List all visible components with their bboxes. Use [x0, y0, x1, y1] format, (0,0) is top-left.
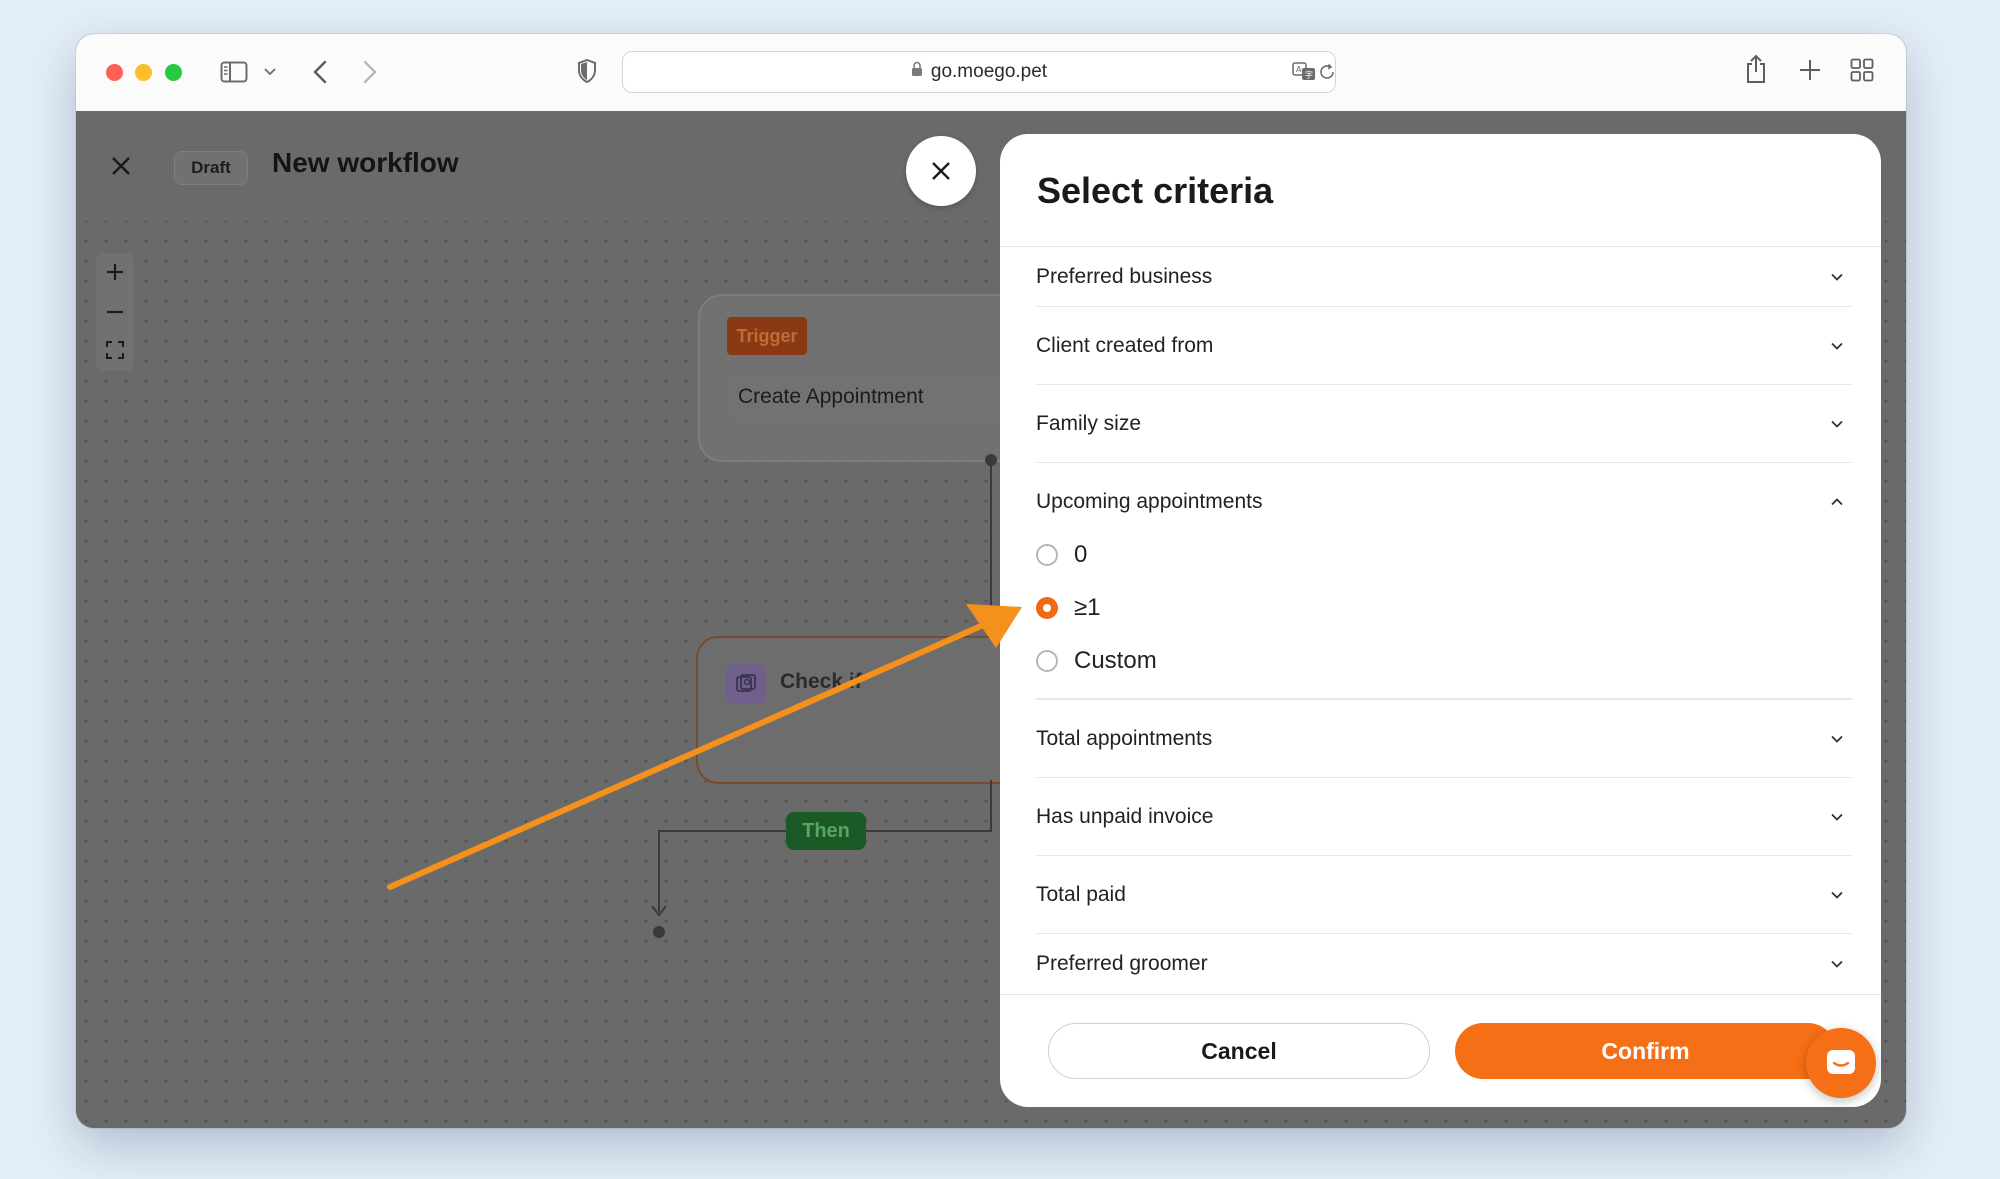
- option-label: Custom: [1074, 647, 1157, 674]
- modal-title: Select criteria: [1037, 170, 1274, 211]
- criteria-label: Upcoming appointments: [1036, 490, 1263, 513]
- connector-line: [990, 460, 992, 646]
- criteria-row-has-unpaid-invoice[interactable]: Has unpaid invoice: [1036, 778, 1852, 856]
- confirm-button[interactable]: Confirm: [1455, 1023, 1836, 1079]
- criteria-row-upcoming-appointments[interactable]: Upcoming appointments: [1036, 463, 1852, 541]
- criteria-row-preferred-groomer[interactable]: Preferred groomer: [1036, 934, 1852, 994]
- lock-icon: [911, 61, 923, 83]
- criteria-row-family-size[interactable]: Family size: [1036, 385, 1852, 463]
- criteria-label: Total paid: [1036, 882, 1126, 906]
- chevron-up-icon: [1831, 498, 1843, 506]
- tab-overview-icon[interactable]: [1848, 56, 1876, 84]
- expand-icon: [106, 341, 124, 359]
- option-label: 0: [1074, 541, 1088, 568]
- modal-close-button[interactable]: [906, 136, 976, 206]
- trigger-value: Create Appointment: [727, 374, 1027, 420]
- svg-text:A: A: [1296, 65, 1302, 74]
- option-0[interactable]: 0: [1036, 535, 1087, 575]
- arrow-down-icon: [651, 904, 667, 917]
- reload-icon[interactable]: [1317, 62, 1337, 82]
- browser-window: go.moego.pet A字 Draft New workflow Trigg…: [76, 34, 1906, 1128]
- chevron-down-icon: [1831, 735, 1843, 743]
- status-badge: Draft: [174, 151, 248, 185]
- close-window-button[interactable]: [106, 64, 123, 81]
- connector-dot: [985, 454, 997, 466]
- condition-label: Check if: [780, 670, 862, 693]
- maximize-window-button[interactable]: [165, 64, 182, 81]
- select-criteria-modal: Select criteria Preferred business Clien…: [1000, 134, 1881, 1107]
- share-icon[interactable]: [1742, 52, 1770, 86]
- close-icon: [932, 162, 950, 180]
- zoom-out-button[interactable]: [96, 293, 134, 331]
- trigger-badge: Trigger: [727, 317, 807, 355]
- divider: [1000, 994, 1881, 995]
- radio-button-selected[interactable]: [1036, 597, 1058, 619]
- connector-line: [658, 830, 660, 912]
- criteria-label: Total appointments: [1036, 726, 1213, 750]
- page-title: New workflow: [272, 147, 459, 178]
- chat-icon: [1827, 1050, 1855, 1074]
- zoom-controls: [96, 253, 134, 371]
- back-icon[interactable]: [308, 58, 332, 86]
- chevron-down-icon: [1831, 891, 1843, 899]
- chevron-down-icon: [1831, 813, 1843, 821]
- radio-button[interactable]: [1036, 650, 1058, 672]
- criteria-row-total-appointments[interactable]: Total appointments: [1036, 700, 1852, 778]
- chevron-down-icon: [1831, 960, 1843, 968]
- radio-button[interactable]: [1036, 544, 1058, 566]
- criteria-label: Preferred groomer: [1036, 952, 1208, 975]
- sidebar-toggle-icon[interactable]: [218, 56, 250, 88]
- chat-launcher-button[interactable]: [1806, 1028, 1876, 1098]
- chevron-down-icon: [1831, 273, 1843, 281]
- close-icon[interactable]: [110, 155, 134, 179]
- then-badge: Then: [786, 812, 866, 850]
- cancel-button[interactable]: Cancel: [1048, 1023, 1430, 1079]
- chevron-down-icon: [1831, 420, 1843, 428]
- zoom-in-button[interactable]: [96, 253, 134, 291]
- svg-text:字: 字: [1305, 70, 1313, 80]
- condition-node[interactable]: [696, 636, 1020, 784]
- criteria-label: Preferred business: [1036, 264, 1213, 288]
- criteria-label: Client created from: [1036, 333, 1214, 357]
- criteria-row-client-created-from[interactable]: Client created from: [1036, 307, 1852, 385]
- connector-line: [990, 780, 992, 830]
- chevron-down-icon[interactable]: [262, 64, 278, 80]
- condition-icon: [726, 664, 766, 704]
- option-label: ≥1: [1074, 594, 1101, 621]
- url-text: go.moego.pet: [930, 61, 1048, 82]
- connector-dot: [653, 926, 665, 938]
- shield-icon[interactable]: [574, 56, 600, 86]
- option-at-least-1[interactable]: ≥1: [1036, 588, 1101, 628]
- new-tab-icon[interactable]: [1796, 56, 1824, 84]
- chevron-down-icon: [1831, 342, 1843, 350]
- fit-view-button[interactable]: [96, 331, 134, 369]
- criteria-row-preferred-business[interactable]: Preferred business: [1036, 247, 1852, 307]
- browser-toolbar: go.moego.pet A字: [76, 34, 1906, 112]
- forward-icon[interactable]: [358, 58, 382, 86]
- option-custom[interactable]: Custom: [1036, 641, 1157, 681]
- criteria-label: Family size: [1036, 411, 1142, 435]
- address-bar[interactable]: go.moego.pet A字: [622, 51, 1336, 93]
- criteria-row-total-paid[interactable]: Total paid: [1036, 856, 1852, 934]
- minimize-window-button[interactable]: [135, 64, 152, 81]
- criteria-label: Has unpaid invoice: [1036, 804, 1214, 828]
